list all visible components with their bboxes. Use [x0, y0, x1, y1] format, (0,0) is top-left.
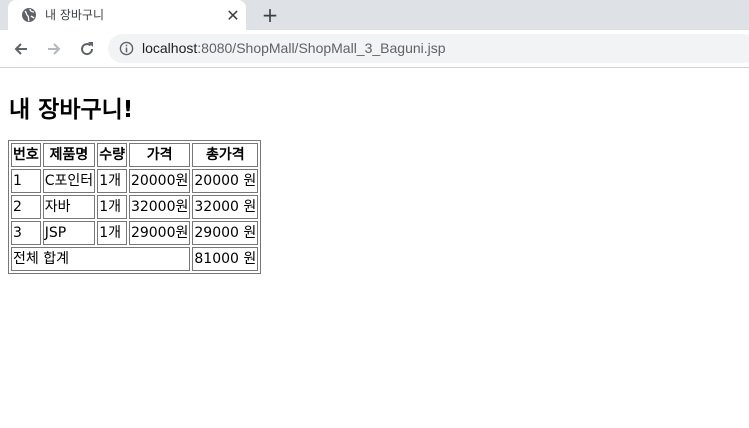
cell-number: 2 [11, 195, 41, 219]
close-tab-icon[interactable]: ✕ [224, 6, 242, 25]
cell-total-price: 20000 원 [192, 169, 259, 193]
cell-product-name: JSP [42, 221, 96, 245]
address-bar[interactable]: localhost:8080/ShopMall/ShopMall_3_Bagun… [108, 34, 749, 63]
url-path: :8080/ShopMall/ShopMall_3_Baguni.jsp [197, 40, 446, 56]
globe-icon [22, 8, 36, 22]
header-quantity: 수량 [97, 143, 127, 167]
url-host: localhost [142, 40, 198, 56]
cell-product-name: C포인터 [42, 169, 96, 193]
header-product-name: 제품명 [42, 143, 96, 167]
table-total-row: 전체 합계 81000 원 [11, 247, 259, 271]
table-row: 2 자바 1개 32000원 32000 원 [11, 195, 259, 219]
reload-icon[interactable] [76, 38, 98, 60]
total-value: 81000 원 [192, 247, 259, 271]
page-title: 내 장바구니! [9, 97, 134, 123]
table-row: 1 C포인터 1개 20000원 20000 원 [11, 169, 259, 193]
browser-toolbar: localhost:8080/ShopMall/ShopMall_3_Bagun… [0, 30, 749, 68]
cell-total-price: 32000 원 [192, 195, 259, 219]
cart-table: 번호 제품명 수량 가격 총가격 1 C포인터 1개 20000원 20000 … [8, 140, 262, 274]
cell-product-name: 자바 [42, 195, 96, 219]
browser-tab[interactable]: 내 장바구니 ✕ [8, 0, 246, 30]
back-arrow-icon[interactable] [10, 38, 32, 60]
header-number: 번호 [11, 143, 41, 167]
forward-arrow-icon[interactable] [43, 38, 65, 60]
info-icon[interactable] [119, 41, 134, 56]
cell-quantity: 1개 [97, 221, 127, 245]
cell-price: 20000원 [128, 169, 191, 193]
url-text: localhost:8080/ShopMall/ShopMall_3_Bagun… [142, 40, 446, 56]
cell-number: 1 [11, 169, 41, 193]
new-tab-icon[interactable]: + [259, 3, 281, 27]
total-label: 전체 합계 [11, 247, 191, 271]
cell-number: 3 [11, 221, 41, 245]
table-row: 3 JSP 1개 29000원 29000 원 [11, 221, 259, 245]
header-price: 가격 [128, 143, 191, 167]
cell-total-price: 29000 원 [192, 221, 259, 245]
page-content: 내 장바구니! 번호 제품명 수량 가격 총가격 1 C포인터 1개 20000… [0, 68, 749, 428]
table-header-row: 번호 제품명 수량 가격 총가격 [11, 143, 259, 167]
cell-price: 32000원 [128, 195, 191, 219]
cell-price: 29000원 [128, 221, 191, 245]
cell-quantity: 1개 [97, 169, 127, 193]
tab-title: 내 장바구니 [45, 8, 105, 22]
tab-strip: 내 장바구니 ✕ + [0, 0, 749, 30]
header-total-price: 총가격 [192, 143, 259, 167]
cell-quantity: 1개 [97, 195, 127, 219]
